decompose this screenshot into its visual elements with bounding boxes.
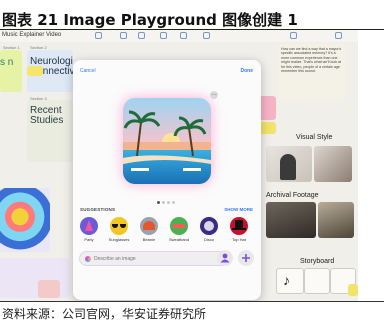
music-note-icon: ♪ — [283, 272, 290, 288]
suggestion-sweatband[interactable]: Sweatband — [168, 217, 190, 242]
abstract-face-art[interactable] — [0, 188, 50, 252]
suggestion-label: Disco — [203, 237, 214, 242]
app-screenshot: Music Explainer Video Section 1 s n Sect… — [0, 30, 358, 301]
question-card[interactable]: How can we find a way that a mayor's spe… — [278, 44, 346, 100]
archival-footage-title: Archival Footage — [266, 192, 319, 199]
source-note: 资料来源：公司官网，华安证券研究所 — [2, 307, 207, 321]
image-playground-sheet: Cancel Done … SUGGESTIONS SHOW MORE Part… — [73, 60, 261, 300]
page-dot[interactable] — [172, 201, 175, 204]
sunglasses-icon — [110, 217, 128, 235]
page-dot[interactable] — [157, 201, 160, 204]
storyboard-frame-1[interactable]: ♪ — [276, 268, 304, 294]
suggestion-party[interactable]: Party — [78, 217, 100, 242]
footer-rule — [0, 301, 384, 302]
add-button[interactable] — [238, 250, 254, 266]
beanie-icon — [140, 217, 158, 235]
storyboard-frame-2[interactable] — [304, 268, 330, 294]
show-more-button[interactable]: SHOW MORE — [224, 207, 253, 212]
text-icon[interactable] — [120, 32, 127, 39]
caption-title: 图表 21 Image Playground 图像创建 1 — [2, 11, 298, 29]
question-note-text: How can we find a way that a mayor's spe… — [281, 47, 342, 74]
page-dot[interactable] — [167, 201, 170, 204]
card-recent-title: Recent Studies — [30, 105, 64, 126]
window-title: Music Explainer Video — [2, 32, 62, 38]
plus-icon — [242, 254, 250, 262]
suggestion-label: Beanie — [142, 237, 156, 242]
suggestion-disco[interactable]: Disco — [198, 217, 220, 242]
card-left-text: s n — [0, 57, 14, 68]
suggestion-label: Sunglasses — [108, 237, 130, 242]
back-icon[interactable] — [95, 32, 102, 39]
card-yellow-note[interactable] — [27, 66, 43, 76]
card-left-green[interactable]: s n — [0, 50, 22, 92]
suggestion-sunglasses[interactable]: Sunglasses — [108, 217, 130, 242]
figure-caption: 图表 21 Image Playground 图像创建 1 — [0, 0, 384, 30]
suggestion-label: Top Hat — [232, 237, 246, 242]
disco-icon — [200, 217, 218, 235]
describe-image-input[interactable] — [94, 254, 224, 264]
storyboard-note-yellow[interactable] — [348, 284, 358, 296]
page-indicator[interactable] — [157, 191, 177, 209]
cancel-button[interactable]: Cancel — [80, 68, 96, 74]
note-icon[interactable] — [160, 32, 167, 39]
suggestion-top-hat[interactable]: Top Hat — [228, 217, 250, 242]
folder-icon[interactable] — [203, 32, 210, 39]
top-hat-icon — [230, 217, 248, 235]
visual-style-title: Visual Style — [296, 134, 333, 141]
card-recent-studies[interactable]: Recent Studies — [27, 100, 73, 162]
person-button[interactable] — [217, 250, 233, 266]
party-icon — [80, 217, 98, 235]
storyboard-title: Storyboard — [300, 258, 335, 265]
more-icon[interactable] — [335, 32, 342, 39]
resort-scene-image — [123, 98, 211, 184]
figure-footer: 资料来源：公司官网，华安证券研究所 — [0, 301, 384, 323]
archival-photo-2[interactable] — [318, 202, 354, 238]
suggestion-label: Party — [84, 237, 94, 242]
share-icon[interactable] — [290, 32, 297, 39]
generated-image-preview[interactable] — [123, 98, 211, 184]
describe-image-field[interactable] — [79, 251, 231, 266]
suggestion-label: Sweatband — [168, 237, 189, 242]
visual-style-photo-1[interactable] — [266, 146, 312, 182]
media-icon[interactable] — [180, 32, 187, 39]
image-playground-icon — [85, 256, 91, 262]
toolbar: Music Explainer Video — [0, 30, 358, 42]
page-dot[interactable] — [162, 201, 165, 204]
sweatband-icon — [170, 217, 188, 235]
more-options-button[interactable]: … — [210, 91, 218, 99]
suggestions-heading: SUGGESTIONS — [80, 207, 116, 212]
archival-photo-1[interactable] — [266, 202, 316, 238]
suggestion-beanie[interactable]: Beanie — [138, 217, 160, 242]
thumb-bottom-left[interactable] — [38, 280, 60, 298]
done-button[interactable]: Done — [241, 68, 254, 74]
visual-style-photo-2[interactable] — [314, 146, 352, 182]
person-silhouette — [280, 154, 296, 180]
shape-icon[interactable] — [138, 32, 145, 39]
person-icon — [220, 253, 230, 263]
